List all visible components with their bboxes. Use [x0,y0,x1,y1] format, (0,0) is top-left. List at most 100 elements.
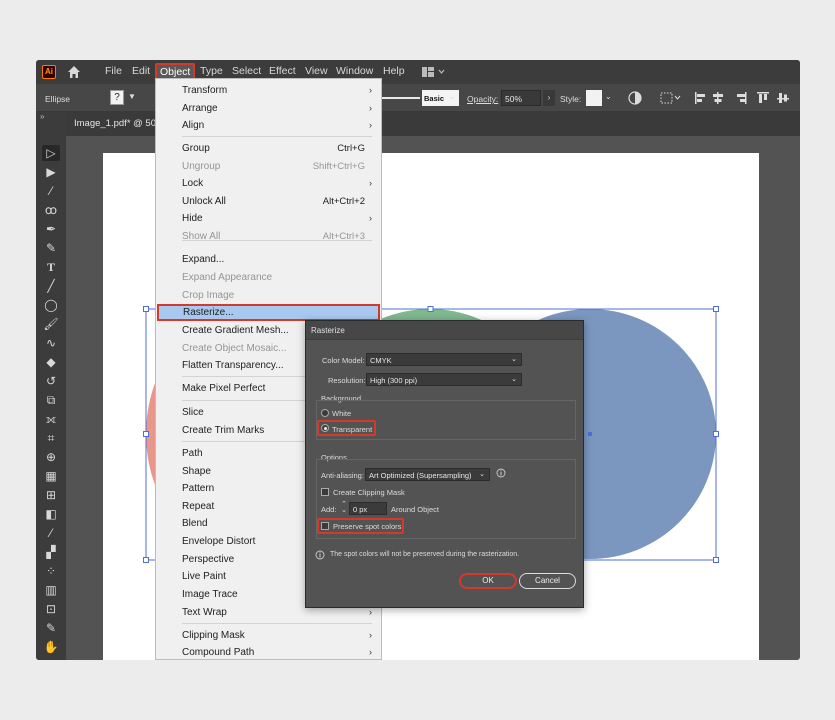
slice-tool-icon[interactable]: ✎ [42,620,60,636]
graphic-style-swatch[interactable] [586,90,602,106]
menu-item-label: Align [182,120,205,131]
ellipse-tool-icon[interactable]: ◯ [42,297,60,313]
color-model-dropdown[interactable]: CMYK ⌄ [366,353,522,366]
menu-type[interactable]: Type [200,65,223,77]
collapse-panel-icon[interactable]: » [40,112,44,121]
menu-item-crop-image[interactable]: Crop Image [156,287,381,304]
perspective-grid-tool-icon[interactable]: ▦ [42,468,60,484]
add-padding-field[interactable]: 0 px [349,502,387,515]
pen-tool-icon[interactable]: ✒ [42,221,60,237]
document-tab[interactable]: Image_1.pdf* @ 50 [74,118,156,129]
line-tool-icon[interactable]: ╱ [42,278,60,294]
white-radio[interactable] [321,409,329,417]
align-to-icon[interactable] [660,91,682,105]
eyedropper-tool-icon[interactable]: ⁄ [42,525,60,541]
chevron-right-icon[interactable]: › [543,90,555,106]
lasso-tool-icon[interactable]: ꝏ [42,202,60,218]
menu-select[interactable]: Select [232,65,261,77]
symbol-sprayer-tool-icon[interactable]: ⁘ [42,563,60,579]
menu-item-expand-appearance[interactable]: Expand Appearance [156,269,381,286]
rotate-tool-icon[interactable]: ↺ [42,373,60,389]
antialiasing-value: Art Optimized (Supersampling) [369,471,472,480]
menu-item-transform[interactable]: Transform › [156,82,381,99]
menu-item-label: Hide [182,213,203,224]
opacity-label[interactable]: Opacity: [467,94,498,104]
menu-item-rasterize[interactable]: Rasterize... [157,304,380,321]
shaper-tool-icon[interactable]: ∿ [42,335,60,351]
menu-item-ungroup[interactable]: Ungroup Shift+Ctrl+G [156,158,381,175]
menu-item-label: Create Gradient Mesh... [182,325,289,336]
shape-builder-tool-icon[interactable]: ⊕ [42,449,60,465]
chevron-right-icon: › [369,85,372,95]
chevron-down-icon[interactable]: ⌄ [605,92,612,101]
menu-item-shortcut: Alt+Ctrl+3 [322,231,365,242]
menu-item-show-all[interactable]: Show All Alt+Ctrl+3 [156,228,381,245]
menu-item-group[interactable]: Group Ctrl+G [156,140,381,157]
menu-item-label: Unlock All [182,196,226,207]
menu-view[interactable]: View [305,65,328,77]
chevron-down-icon[interactable]: ⌄ [449,92,456,101]
chevron-down-icon: ⌄ [511,376,517,383]
mesh-tool-icon[interactable]: ⊞ [42,487,60,503]
direct-selection-tool-icon[interactable]: ▶ [42,164,60,180]
type-tool-icon[interactable]: T [42,259,60,275]
menu-item-unlock-all[interactable]: Unlock All Alt+Ctrl+2 [156,193,381,210]
antialiasing-dropdown[interactable]: Art Optimized (Supersampling) ⌄ [365,468,490,481]
opacity-field[interactable]: 50% [501,90,541,106]
menu-item-label: Show All [182,231,221,242]
help-button[interactable]: ? [110,90,124,105]
menu-help[interactable]: Help [383,65,405,77]
chevron-down-icon[interactable]: ▼ [128,92,136,101]
menu-item-expand[interactable]: Expand... [156,251,381,268]
menu-item-shortcut: Ctrl+G [337,143,365,154]
menu-item-label: Expand Appearance [182,272,273,283]
paintbrush-tool-icon[interactable]: 🖌 [42,316,60,332]
menu-item-hide[interactable]: Hide › [156,210,381,227]
chevron-right-icon: › [369,178,372,188]
cancel-button[interactable]: Cancel [519,573,576,589]
stepper-arrows-icon[interactable]: ⌃ ⌄ [340,501,348,515]
artboard-tool-icon[interactable]: ⊡ [42,601,60,617]
resolution-value: High (300 ppi) [370,376,418,385]
selection-tool-icon[interactable]: ▷ [42,145,60,161]
gradient-tool-icon[interactable]: ◧ [42,506,60,522]
hand-tool-icon[interactable]: ✋ [42,639,60,655]
ok-button[interactable]: OK [459,573,517,589]
curvature-tool-icon[interactable]: ✎ [42,240,60,256]
blend-tool-icon[interactable]: ▞ [42,544,60,560]
menu-item-lock[interactable]: Lock › [156,175,381,192]
menu-effect[interactable]: Effect [269,65,296,77]
eraser-tool-icon[interactable]: ◆ [42,354,60,370]
info-icon[interactable] [496,468,506,478]
resolution-dropdown[interactable]: High (300 ppi) ⌄ [366,373,522,386]
preserve-spot-colors-label: Preserve spot colors [333,522,402,531]
menu-item-arrange[interactable]: Arrange › [156,100,381,117]
align-buttons-icon[interactable] [693,91,793,105]
workspace-switcher-icon[interactable] [421,66,445,78]
selection-type: Ellipse [45,94,71,104]
scale-tool-icon[interactable]: ⧉ [42,392,60,408]
transparent-radio[interactable] [321,424,329,432]
menu-item-align[interactable]: Align › [156,117,381,134]
menu-edit[interactable]: Edit [132,65,150,77]
menu-file[interactable]: File [105,65,122,77]
free-transform-tool-icon[interactable]: ⌗ [42,430,60,446]
clipping-mask-checkbox[interactable] [321,488,329,496]
recolor-artwork-icon[interactable] [628,91,642,105]
menu-item-label: Create Object Mosaic... [182,343,287,354]
menu-item-label: Repeat [182,501,215,512]
transparent-label: Transparent [332,425,373,434]
info-message: The spot colors will not be preserved du… [330,551,520,558]
rasterize-dialog: Rasterize Color Model: CMYK ⌄ Resolution… [305,320,584,608]
color-model-value: CMYK [370,356,392,365]
column-graph-tool-icon[interactable]: ▥ [42,582,60,598]
color-model-label: Color Model: [322,356,365,365]
preserve-spot-colors-checkbox[interactable] [321,522,329,530]
width-tool-icon[interactable]: ⟗ [42,411,60,427]
menu-item-label: Blend [182,518,208,529]
home-icon[interactable] [67,65,81,79]
menu-item-clipping-mask[interactable]: Clipping Mask › [156,627,381,644]
menu-window[interactable]: Window [336,65,373,77]
magic-wand-tool-icon[interactable]: ⁄ [42,183,60,199]
menu-item-compound-path[interactable]: Compound Path › [156,644,381,661]
